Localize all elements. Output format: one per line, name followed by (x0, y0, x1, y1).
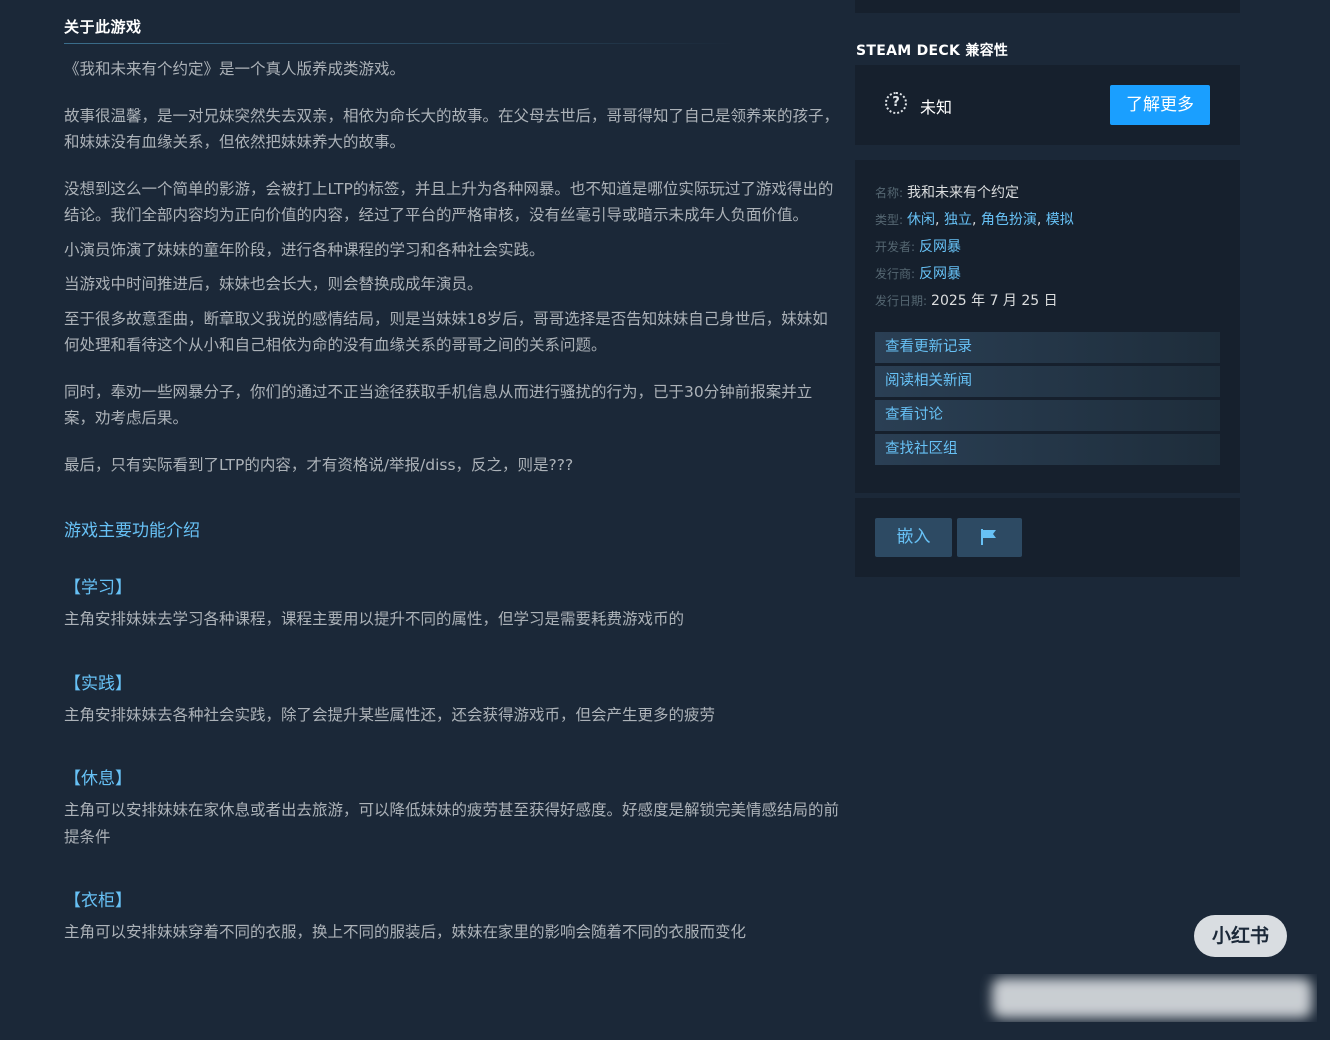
feature-title: 【学习】 (64, 578, 132, 598)
view-discussions-button[interactable]: 查看讨论 (875, 400, 1220, 431)
feature-title: 【衣柜】 (64, 891, 132, 911)
features-heading: 游戏主要功能介绍 (64, 521, 200, 541)
feature-desc: 主角可以安排妹妹在家休息或者出去旅游，可以降低妹妹的疲劳甚至获得好感度。好感度是… (64, 801, 840, 846)
genre-link[interactable]: 独立 (944, 212, 972, 228)
developer-row: 开发者: 反网暴 (875, 236, 961, 256)
release-date: 2025 年 7 月 25 日 (931, 293, 1058, 309)
feature-desc: 主角可以安排妹妹穿着不同的衣服，换上不同的服装后，妹妹在家里的影响会随着不同的衣… (64, 923, 747, 941)
about-title: 关于此游戏 (64, 16, 736, 44)
genre-row: 类型: 休闲, 独立, 角色扮演, 模拟 (875, 212, 1074, 228)
about-paragraph: 当游戏中时间推进后，妹妹也会长大，则会替换成成年演员。 (64, 275, 483, 293)
genre-link[interactable]: 角色扮演 (981, 212, 1037, 228)
name-label: 名称: (875, 186, 904, 200)
about-paragraph: 没想到这么一个简单的影游，会被打上LTP的标签，并且上升为各种网暴。也不知道是哪… (64, 179, 834, 225)
steam-deck-panel: ? 未知 了解更多 (855, 65, 1240, 145)
share-panel: 嵌入 (855, 498, 1240, 577)
game-name: 我和未来有个约定 (907, 185, 1020, 201)
genre-link[interactable]: 休闲 (907, 212, 935, 228)
embed-button[interactable]: 嵌入 (875, 518, 952, 557)
top-panel-edge (855, 0, 1240, 13)
feature-desc: 主角安排妹妹去学习各种课程，课程主要用以提升不同的属性，但学习是需要耗费游戏币的 (64, 610, 685, 628)
about-paragraph: 故事很温馨，是一对兄妹突然失去双亲，相依为命长大的故事。在父母去世后，哥哥得知了… (64, 106, 840, 152)
feature-title: 【休息】 (64, 769, 132, 789)
genre-label: 类型: (875, 213, 904, 227)
steam-deck-title: STEAM DECK 兼容性 (856, 43, 1009, 59)
release-label: 发行日期: (875, 294, 928, 308)
developer-label: 开发者: (875, 240, 916, 254)
game-details-panel: 名称: 我和未来有个约定 类型: 休闲, 独立, 角色扮演, 模拟 开发者: 反网暴 … (855, 160, 1240, 493)
publisher-row: 发行商: 反网暴 (875, 263, 961, 283)
about-paragraph: 小演员饰演了妹妹的童年阶段，进行各种课程的学习和各种社会实践。 (64, 240, 545, 259)
feature-desc: 主角安排妹妹去各种社会实践，除了会提升某些属性还，还会获得游戏币，但会产生更多的… (64, 705, 716, 724)
report-button[interactable] (957, 518, 1022, 557)
publisher-link[interactable]: 反网暴 (919, 266, 961, 282)
xiaohongshu-badge: 小红书 (1194, 915, 1287, 957)
release-row: 发行日期: 2025 年 7 月 25 日 (875, 290, 1058, 310)
learn-more-button[interactable]: 了解更多 (1110, 85, 1210, 125)
view-update-history-button[interactable]: 查看更新记录 (875, 332, 1220, 363)
about-paragraph: 至于很多故意歪曲，断章取义我说的感情结局，则是当妹妹18岁后，哥哥选择是否告知妹… (64, 309, 828, 355)
find-community-groups-button[interactable]: 查找社区组 (875, 434, 1220, 465)
genre-link[interactable]: 模拟 (1046, 212, 1074, 228)
question-icon: ? (885, 92, 907, 114)
about-paragraph: 《我和未来有个约定》是一个真人版养成类游戏。 (64, 60, 406, 78)
about-paragraph: 最后，只有实际看到了LTP的内容，才有资格说/举报/diss，反之，则是??? (64, 455, 574, 474)
about-section: 关于此游戏 《我和未来有个约定》是一个真人版养成类游戏。 故事很温馨，是一对兄妹… (64, 16, 839, 946)
watermark-blur (992, 978, 1312, 1018)
about-paragraph: 同时，奉劝一些网暴分子，你们的通过不正当途径获取手机信息从而进行骚扰的行为，已于… (64, 382, 813, 428)
deck-status: 未知 (920, 98, 953, 117)
publisher-label: 发行商: (875, 267, 916, 281)
read-news-button[interactable]: 阅读相关新闻 (875, 366, 1220, 397)
name-row: 名称: 我和未来有个约定 (875, 182, 1019, 202)
flag-icon (981, 529, 996, 545)
detail-links: 查看更新记录 阅读相关新闻 查看讨论 查找社区组 (875, 332, 1220, 468)
feature-title: 【实践】 (64, 673, 132, 694)
developer-link[interactable]: 反网暴 (919, 239, 961, 255)
